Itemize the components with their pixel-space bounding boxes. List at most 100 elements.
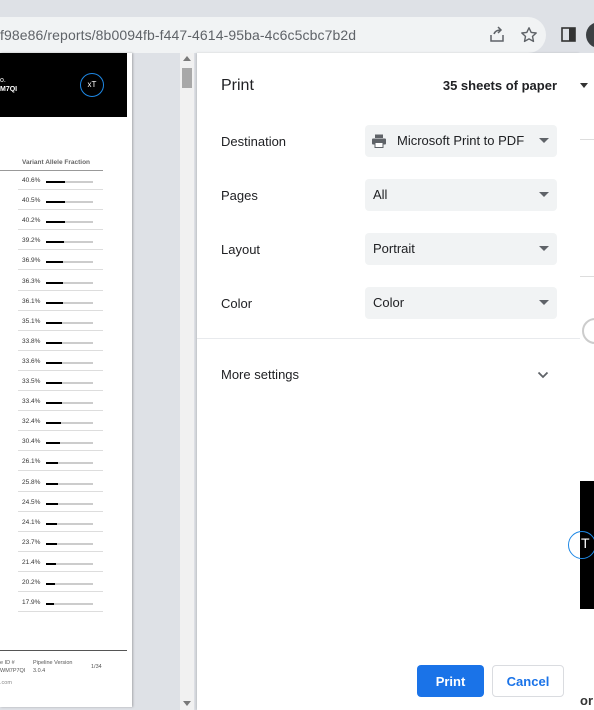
vaf-bar-track <box>46 221 93 224</box>
header-divider <box>0 170 103 171</box>
vaf-value: 36.9% <box>22 257 41 265</box>
profile-avatar[interactable] <box>586 22 594 48</box>
vaf-row-divider <box>18 470 103 472</box>
vaf-bar-fill <box>46 422 61 425</box>
background-divider <box>580 139 594 140</box>
vaf-bar-track <box>46 382 93 384</box>
vaf-row-divider <box>18 349 103 351</box>
background-text: or <box>580 693 593 708</box>
vaf-value: 20.2% <box>22 579 41 586</box>
vaf-row: 36.1% <box>0 298 110 312</box>
layout-value: Portrait <box>373 241 415 256</box>
chevron-down-icon <box>537 371 549 379</box>
vaf-row: 30.4% <box>0 438 110 452</box>
share-icon[interactable] <box>488 26 506 44</box>
vaf-bar-track <box>46 522 93 525</box>
address-bar[interactable]: f98e86/reports/8b0094fb-f447-4614-95ba-4… <box>0 17 546 53</box>
vaf-bar-track <box>46 603 93 606</box>
vaf-bar-fill <box>46 301 63 304</box>
vaf-bar-track <box>46 321 93 324</box>
browser-toolbar: f98e86/reports/8b0094fb-f447-4614-95ba-4… <box>0 0 594 53</box>
vaf-row: 25.8% <box>0 479 110 493</box>
xt-logo-icon: xT <box>80 73 104 97</box>
vaf-bar-track <box>46 181 93 183</box>
preview-scrollbar[interactable] <box>180 53 194 710</box>
footer-pipeline-value: 3.0.4 <box>33 668 46 674</box>
vaf-bar-track <box>46 361 93 364</box>
printer-icon <box>372 134 386 148</box>
vaf-value: 23.7% <box>22 538 41 546</box>
bookmark-star-icon[interactable] <box>520 26 538 44</box>
vaf-bar-fill <box>46 442 60 445</box>
vaf-value: 25.8% <box>22 478 41 486</box>
pages-select[interactable]: All <box>365 179 557 211</box>
vaf-bar-track <box>46 583 93 585</box>
vaf-row-divider <box>18 510 103 512</box>
vaf-row-divider <box>18 611 103 613</box>
vaf-bar-fill <box>46 181 65 183</box>
background-logo-letter: T <box>581 535 590 551</box>
scrollbar-thumb[interactable] <box>182 68 192 88</box>
pages-value: All <box>373 187 388 202</box>
vaf-row-divider <box>18 390 103 391</box>
vaf-bar-track <box>46 502 93 505</box>
vaf-row: 36.3% <box>0 278 110 292</box>
vaf-row: 20.2% <box>0 579 110 593</box>
vaf-value: 36.3% <box>22 277 41 285</box>
destination-select[interactable]: Microsoft Print to PDF <box>365 125 557 157</box>
vaf-bar-fill <box>46 201 65 204</box>
vaf-bar-fill <box>46 241 64 244</box>
vaf-bar-track <box>46 341 93 344</box>
header-id-fragment: M7QI <box>0 86 18 93</box>
vaf-row: 33.6% <box>0 358 110 372</box>
vaf-row-divider <box>18 430 103 432</box>
vaf-value: 33.5% <box>22 378 41 385</box>
vaf-row-divider <box>18 591 103 592</box>
vaf-bar-track <box>46 241 93 244</box>
vaf-row-divider <box>18 189 103 190</box>
layout-label: Layout <box>221 242 261 257</box>
print-button[interactable]: Print <box>417 665 484 697</box>
vaf-value: 36.1% <box>22 297 41 305</box>
vaf-value: 32.4% <box>22 418 41 426</box>
vaf-row-divider <box>18 329 103 331</box>
url-text[interactable]: f98e86/reports/8b0094fb-f447-4614-95ba-4… <box>0 27 356 43</box>
background-page: T or <box>568 53 594 710</box>
report-header: o. M7QI xT <box>0 53 127 117</box>
more-settings-toggle[interactable]: More settings <box>197 359 580 391</box>
destination-value: Microsoft Print to PDF <box>397 133 525 148</box>
vaf-row-divider <box>18 450 103 452</box>
vaf-value: 40.5% <box>22 197 41 205</box>
vaf-row: 33.4% <box>0 398 110 412</box>
footer-sample-label: e ID # <box>0 660 15 666</box>
color-select[interactable]: Color <box>365 287 557 319</box>
vaf-bar-fill <box>46 502 58 505</box>
cancel-button[interactable]: Cancel <box>492 665 564 697</box>
scroll-up-arrow-icon[interactable] <box>183 56 191 61</box>
vaf-row: 35.1% <box>0 318 110 332</box>
vaf-bar-track <box>46 261 93 264</box>
vaf-column-header: Variant Allele Fraction <box>22 159 91 166</box>
vaf-row-divider <box>18 309 103 311</box>
vaf-row-divider <box>18 369 103 371</box>
background-banner: T <box>568 481 594 609</box>
footer-page-number: 1/34 <box>91 664 102 670</box>
sidebar-icon[interactable] <box>560 26 578 44</box>
layout-select[interactable]: Portrait <box>365 233 557 265</box>
vaf-bar-fill <box>46 221 65 224</box>
chevron-down-icon <box>539 300 549 305</box>
vaf-row-divider <box>18 490 103 492</box>
scroll-down-arrow-icon[interactable] <box>183 701 191 706</box>
vaf-row: 17.9% <box>0 599 110 613</box>
vaf-row-divider <box>18 229 103 231</box>
vaf-value: 39.2% <box>22 237 41 245</box>
vaf-value: 33.8% <box>22 337 41 345</box>
header-text-fragment: o. <box>0 77 6 84</box>
vaf-row: 24.5% <box>0 499 110 513</box>
preview-page: o. M7QI xT Variant Allele Fraction 40.6%… <box>0 53 132 707</box>
vaf-bar-fill <box>46 361 62 364</box>
vaf-bar-fill <box>46 261 63 264</box>
destination-label: Destination <box>221 134 287 149</box>
vaf-row-divider <box>18 249 103 251</box>
vaf-row: 33.8% <box>0 338 110 352</box>
